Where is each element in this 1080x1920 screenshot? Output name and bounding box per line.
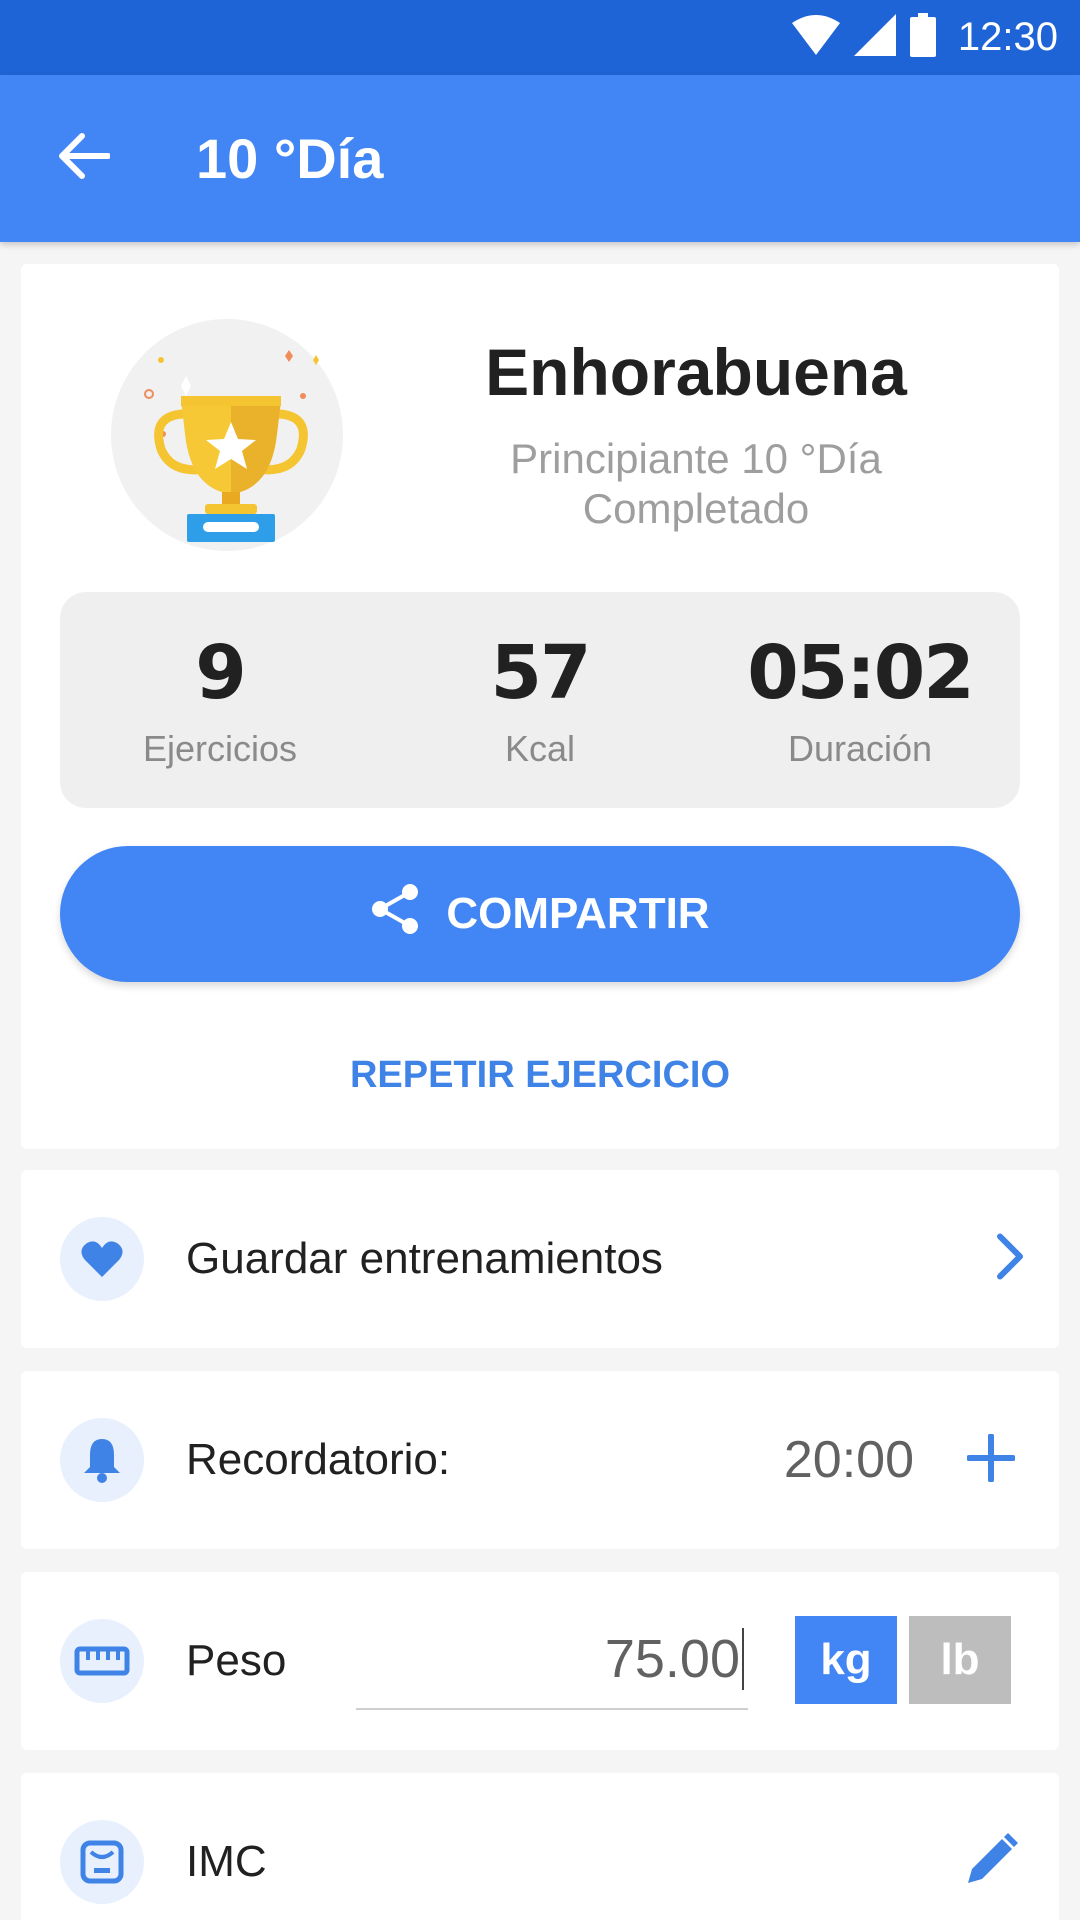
app-bar: 10 °Día: [0, 75, 1080, 242]
bmi-label: IMC: [186, 1837, 267, 1886]
save-workouts-label: Guardar entrenamientos: [186, 1234, 663, 1283]
stat-kcal: 57 Kcal: [390, 630, 690, 770]
repeat-exercise-button[interactable]: REPETIR EJERCICIO: [21, 1054, 1059, 1097]
ruler-icon: [60, 1619, 144, 1703]
plus-icon: [966, 1432, 1016, 1487]
edit-bmi-button[interactable]: [961, 1832, 1021, 1892]
bmi-row: IMC: [21, 1773, 1059, 1920]
completion-subtitle: Principiante 10 °Día Completado: [401, 434, 991, 534]
subtitle-line-2: Completado: [582, 485, 810, 532]
reminder-time[interactable]: 20:00: [784, 1430, 914, 1490]
stat-value: 9: [195, 630, 247, 716]
signal-icon: [853, 14, 896, 61]
weight-input[interactable]: 75.00: [356, 1610, 748, 1710]
weight-label: Peso: [186, 1636, 287, 1685]
workout-stats: 9 Ejercicios 57 Kcal 05:02 Duración: [60, 592, 1020, 808]
unit-lb-toggle[interactable]: lb: [909, 1616, 1011, 1704]
weight-row: Peso 75.00 kg lb: [21, 1572, 1059, 1750]
add-reminder-button[interactable]: [961, 1430, 1021, 1490]
chevron-right-icon: [995, 1233, 1025, 1286]
completion-card: Enhorabuena Principiante 10 °Día Complet…: [21, 264, 1059, 1149]
bell-icon: [60, 1418, 144, 1502]
stat-duration: 05:02 Duración: [710, 630, 1010, 770]
stat-label: Ejercicios: [142, 728, 298, 769]
share-icon: [370, 882, 420, 947]
battery-icon: [909, 13, 936, 62]
reminder-label: Recordatorio:: [186, 1435, 451, 1484]
unit-kg-toggle[interactable]: kg: [795, 1616, 897, 1704]
reminder-row: Recordatorio: 20:00: [21, 1371, 1059, 1549]
arrow-back-icon: [58, 133, 111, 184]
stat-value: 57: [490, 630, 592, 716]
stat-value: 05:02: [747, 630, 975, 716]
subtitle-line-1: Principiante 10 °Día: [510, 435, 882, 482]
congrats-heading: Enhorabuena: [485, 335, 907, 409]
stat-exercises: 9 Ejercicios: [70, 630, 370, 770]
share-button[interactable]: COMPARTIR: [60, 846, 1020, 982]
heart-icon: [60, 1217, 144, 1301]
status-time: 12:30: [957, 15, 1058, 59]
page-title: 10 °Día: [196, 127, 384, 190]
wifi-icon: [791, 15, 840, 60]
back-button[interactable]: [24, 99, 144, 219]
weight-value: 75.00: [604, 1629, 740, 1689]
save-workouts-row[interactable]: Guardar entrenamientos: [21, 1170, 1059, 1348]
status-bar: 12:30: [0, 0, 1080, 75]
scale-icon: [60, 1820, 144, 1904]
text-caret: [742, 1628, 744, 1690]
share-label: COMPARTIR: [446, 889, 710, 938]
trophy-icon: [121, 304, 341, 544]
pencil-icon: [964, 1832, 1018, 1892]
stat-label: Kcal: [504, 728, 576, 769]
stat-label: Duración: [787, 728, 933, 769]
